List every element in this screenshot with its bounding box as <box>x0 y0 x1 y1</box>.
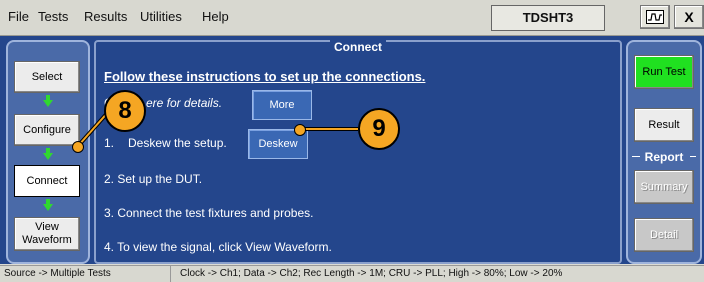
step-more-text: ere for details. <box>146 96 223 110</box>
step-2-text: 2. Set up the DUT. <box>104 172 203 186</box>
main-panel: Select Configure Connect View Waveform C… <box>0 36 704 264</box>
menu-results[interactable]: Results <box>84 9 127 24</box>
step-1-number: 1. <box>104 136 115 150</box>
callout-8: 8 <box>104 90 146 132</box>
status-source: Source -> Multiple Tests <box>4 268 111 279</box>
connect-panel: Connect Follow these instructions to set… <box>94 40 622 264</box>
callout-9-anchor-icon <box>294 124 306 136</box>
run-test-button[interactable]: Run Test <box>634 55 694 89</box>
step-1-text: Deskew the setup. <box>128 136 227 150</box>
instructions-heading: Follow these instructions to set up the … <box>104 69 426 84</box>
detail-button[interactable]: Detail <box>634 218 694 252</box>
status-settings: Clock -> Ch1; Data -> Ch2; Rec Length ->… <box>180 268 563 279</box>
model-label: TDSHT3 <box>491 5 605 31</box>
menu-help[interactable]: Help <box>202 9 229 24</box>
arrow-down-icon <box>43 100 53 107</box>
report-label: Report <box>644 150 684 164</box>
menu-tests[interactable]: Tests <box>38 9 68 24</box>
status-divider <box>170 266 171 282</box>
summary-button[interactable]: Summary <box>634 170 694 204</box>
result-button[interactable]: Result <box>634 108 694 142</box>
step-3-text: 3. Connect the test fixtures and probes. <box>104 206 314 220</box>
report-divider <box>690 156 696 157</box>
callout-8-anchor-icon <box>72 141 84 153</box>
action-column: Run Test Result Report Summary Detail <box>626 40 702 264</box>
menu-file[interactable]: File <box>8 9 29 24</box>
select-button[interactable]: Select <box>14 61 80 93</box>
connect-button[interactable]: Connect <box>14 165 80 197</box>
more-button[interactable]: More <box>252 90 312 120</box>
arrow-down-icon <box>43 153 53 160</box>
arrow-down-icon <box>43 204 53 211</box>
callout-9: 9 <box>358 108 400 150</box>
close-button[interactable]: X <box>674 5 704 29</box>
menu-utilities[interactable]: Utilities <box>140 9 182 24</box>
status-bar: Source -> Multiple Tests Clock -> Ch1; D… <box>0 265 704 282</box>
configure-button[interactable]: Configure <box>14 114 80 146</box>
view-waveform-button[interactable]: View Waveform <box>14 217 80 251</box>
scope-icon[interactable] <box>640 5 670 29</box>
step-4-text: 4. To view the signal, click View Wavefo… <box>104 240 332 254</box>
panel-title: Connect <box>96 40 620 54</box>
menu-bar: File Tests Results Utilities Help TDSHT3… <box>0 0 704 36</box>
